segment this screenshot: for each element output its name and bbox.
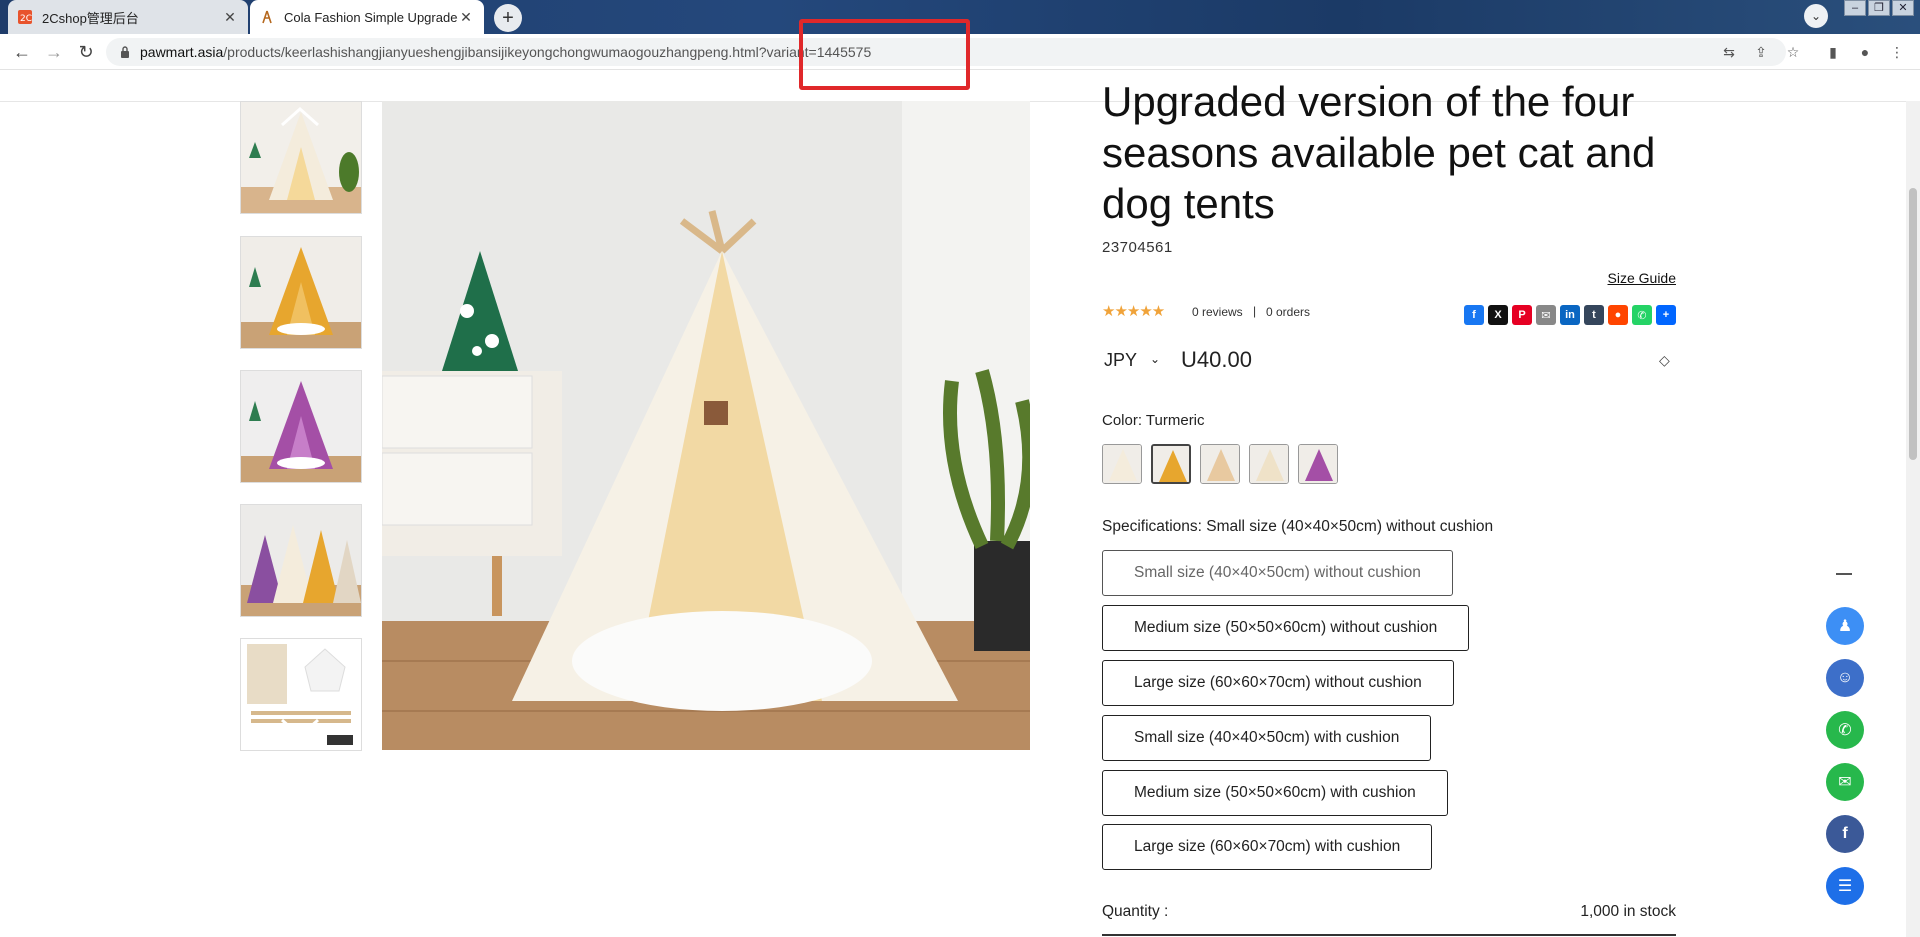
x-icon[interactable]: X <box>1488 305 1508 325</box>
chevron-down-icon: ⌄ <box>1810 9 1822 23</box>
facebook-icon[interactable]: f <box>1464 305 1484 325</box>
spec-option-large-cushion[interactable]: Large size (60×60×70cm) with cushion <box>1102 824 1433 870</box>
qq-icon[interactable]: ♟ <box>1826 607 1864 645</box>
tab-title: Cola Fashion Simple Upgraded <box>284 9 458 25</box>
thumbnail-scroll-down-icon[interactable] <box>276 716 324 740</box>
currency-selector[interactable]: JPY <box>1104 350 1137 371</box>
color-label: Color: Turmeric <box>1102 412 1205 429</box>
swatch-beige[interactable] <box>1200 444 1240 484</box>
share-plus-icon[interactable]: + <box>1656 305 1676 325</box>
swatch-white[interactable] <box>1102 444 1142 484</box>
swatch-purple[interactable] <box>1298 444 1338 484</box>
product-price: U40.00 <box>1181 347 1252 372</box>
thumbnail-4[interactable] <box>240 504 362 617</box>
orders-count: 0 orders <box>1266 305 1311 319</box>
robot-chat-icon[interactable]: ☺ <box>1826 659 1864 697</box>
close-tab-icon[interactable]: ✕ <box>458 9 474 26</box>
main-product-image[interactable] <box>382 101 1030 750</box>
specifications-label: Specifications: Small size (40×40×50cm) … <box>1102 518 1494 535</box>
scrollbar-thumb[interactable] <box>1909 188 1917 460</box>
spec-option-medium-cushion[interactable]: Medium size (50×50×60cm) with cushion <box>1102 770 1448 816</box>
spec-option-large-no-cushion[interactable]: Large size (60×60×70cm) without cushion <box>1102 660 1454 706</box>
reload-button[interactable]: ↻ <box>74 40 98 64</box>
facebook-float-icon[interactable]: f <box>1826 815 1864 853</box>
diamond-icon[interactable]: ◇ <box>1659 352 1670 369</box>
forward-button[interactable]: → <box>42 40 66 64</box>
stock-status: 1,000 in stock <box>1580 903 1676 920</box>
swatch-turmeric[interactable] <box>1151 444 1191 484</box>
lock-icon <box>121 46 129 58</box>
spec-option-medium-no-cushion[interactable]: Medium size (50×50×60cm) without cushion <box>1102 605 1470 651</box>
linkedin-icon[interactable]: in <box>1560 305 1580 325</box>
messenger-icon[interactable]: ☰ <box>1826 867 1864 905</box>
product-sku: 23704561 <box>1102 239 1173 256</box>
thumbnail-2[interactable] <box>240 236 362 349</box>
quantity-field-border <box>1102 934 1676 936</box>
bookmark-star-icon[interactable]: ☆ <box>1783 42 1803 62</box>
chevron-down-icon[interactable]: ⌄ <box>1150 352 1160 366</box>
shop-favicon-icon: 2C <box>18 10 32 24</box>
swatch-cream[interactable] <box>1249 444 1289 484</box>
svg-text:2C: 2C <box>20 14 32 24</box>
reviews-count[interactable]: 0 reviews <box>1192 305 1243 319</box>
arrow-right-icon: → <box>45 41 63 62</box>
reddit-icon[interactable]: ● <box>1608 305 1628 325</box>
highlight-annotation-box <box>799 19 970 90</box>
window-controls: – ❐ ✕ <box>1844 0 1914 16</box>
tumblr-icon[interactable]: t <box>1584 305 1604 325</box>
color-swatches <box>1102 444 1338 484</box>
size-guide-link[interactable]: Size Guide <box>1608 270 1676 286</box>
thumbnail-3[interactable] <box>240 370 362 483</box>
reload-icon: ↻ <box>78 41 94 62</box>
new-tab-button[interactable]: + <box>494 4 522 32</box>
spec-option-small-cushion[interactable]: Small size (40×40×50cm) with cushion <box>1102 715 1432 761</box>
maximize-button[interactable]: ❐ <box>1868 0 1890 16</box>
minimize-contacts-button[interactable] <box>1836 573 1852 575</box>
pinterest-icon[interactable]: P <box>1512 305 1532 325</box>
product-title: Upgraded version of the four seasons ava… <box>1102 78 1656 227</box>
minimize-button[interactable]: – <box>1844 0 1866 16</box>
thumbnail-scroll-up-icon[interactable] <box>276 105 324 129</box>
tab-search-button[interactable]: ⌄ <box>1804 4 1828 28</box>
whatsapp-float-icon[interactable]: ✆ <box>1826 711 1864 749</box>
translate-icon[interactable]: ⇆ <box>1719 42 1739 62</box>
window-close-button[interactable]: ✕ <box>1892 0 1914 16</box>
close-tab-icon[interactable]: ✕ <box>222 9 238 26</box>
pawmart-favicon-icon <box>262 10 272 24</box>
rating-stars: ★★★★★ <box>1102 303 1165 320</box>
tab-title: 2Cshop管理后台 <box>42 10 139 26</box>
share-page-icon[interactable]: ⇪ <box>1751 42 1771 62</box>
back-button[interactable]: ← <box>10 40 34 64</box>
spec-option-small-no-cushion[interactable]: Small size (40×40×50cm) without cushion <box>1102 550 1453 596</box>
wechat-icon[interactable]: ✉ <box>1826 763 1864 801</box>
whatsapp-icon[interactable]: ✆ <box>1632 305 1652 325</box>
social-share-bar: f X P ✉ in t ● ✆ + <box>1464 305 1676 325</box>
url-path: /products/keerlashishangjianyueshengjiba… <box>223 44 872 60</box>
browser-menu-icon[interactable]: ⋮ <box>1887 42 1907 62</box>
rating-separator: | <box>1253 304 1257 318</box>
side-panel-icon[interactable]: ▮ <box>1823 42 1843 62</box>
tab-admin[interactable]: 2C 2Cshop管理后台 ✕ <box>8 0 248 34</box>
email-icon[interactable]: ✉ <box>1536 305 1556 325</box>
tab-product[interactable]: Cola Fashion Simple Upgraded ✕ <box>250 0 484 34</box>
url-host: pawmart.asia <box>140 44 224 60</box>
profile-icon[interactable]: ● <box>1855 42 1875 62</box>
arrow-left-icon: ← <box>13 41 31 62</box>
quantity-label: Quantity : <box>1102 903 1169 920</box>
